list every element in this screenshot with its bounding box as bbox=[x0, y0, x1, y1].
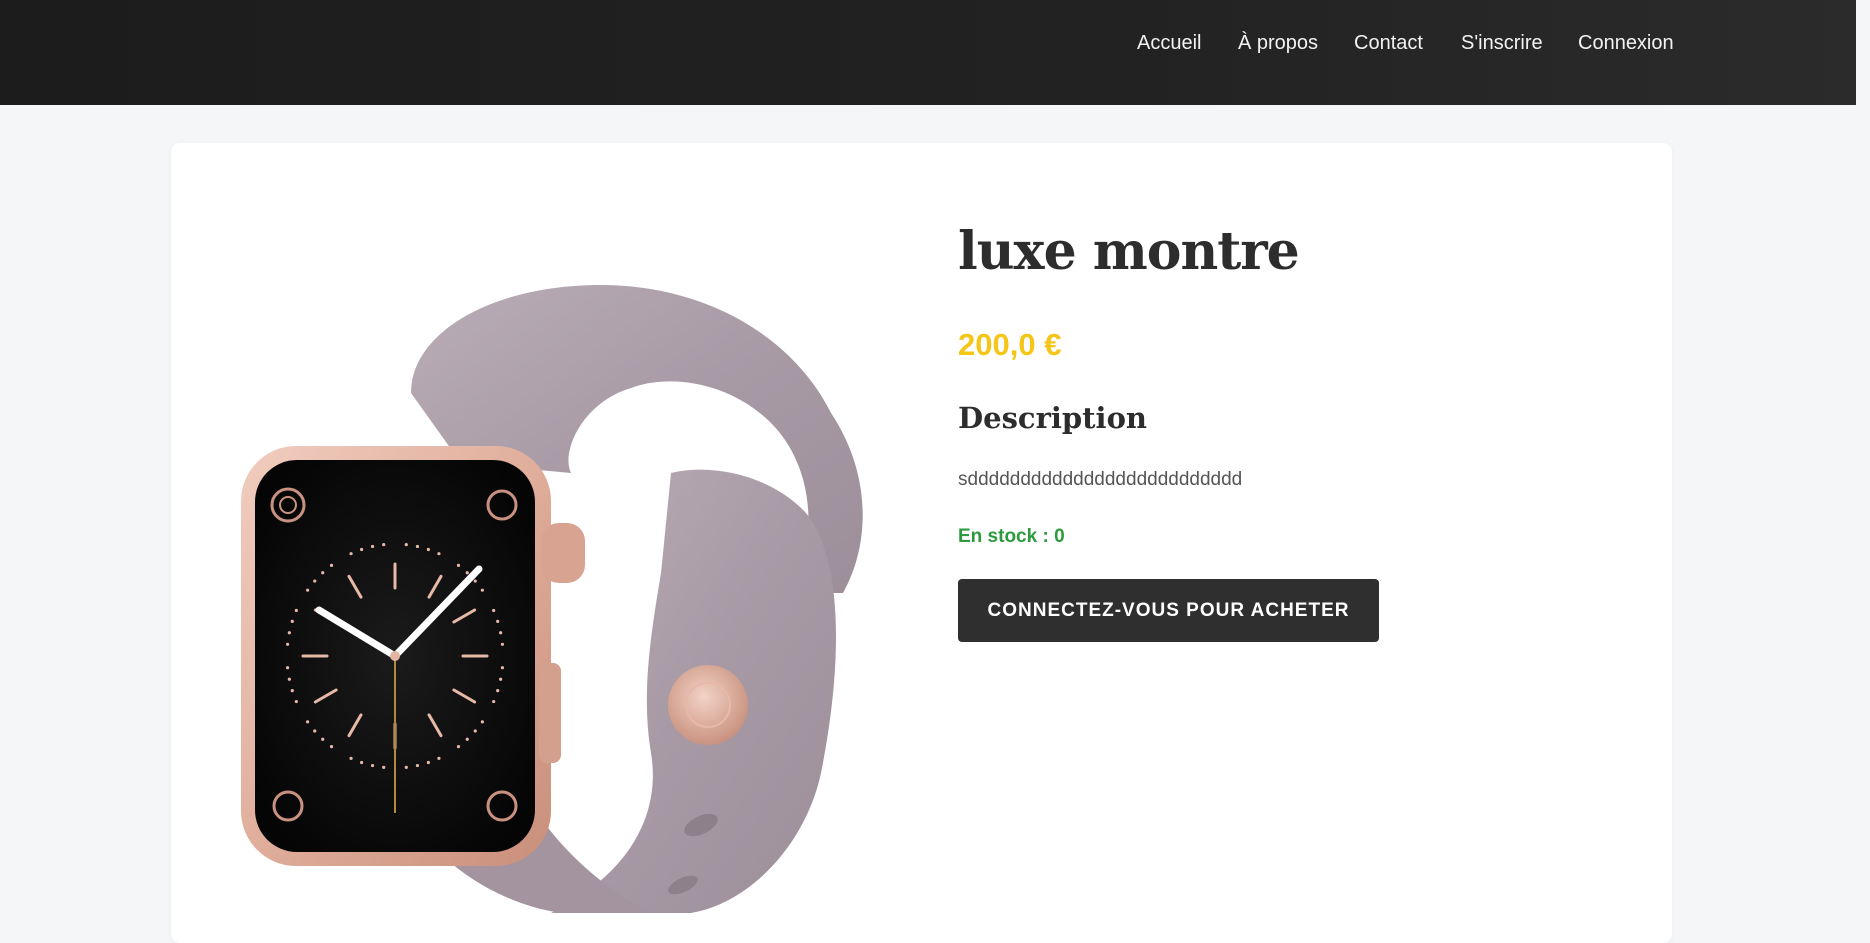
nav-link-inscrire[interactable]: S'inscrire bbox=[1461, 32, 1543, 55]
watch-crown bbox=[541, 523, 585, 583]
watch-side-button bbox=[539, 663, 561, 763]
product-card: luxe montre 200,0 € Description sddddddd… bbox=[171, 143, 1672, 943]
description-text: sdddddddddddddddddddddddddd bbox=[958, 469, 1243, 490]
band-pin bbox=[668, 665, 748, 745]
login-to-buy-button[interactable]: CONNECTEZ-VOUS POUR ACHETER bbox=[958, 579, 1379, 642]
top-navbar: Accueil À propos Contact S'inscrire Conn… bbox=[0, 0, 1856, 105]
product-price: 200,0 € bbox=[958, 327, 1062, 362]
description-heading: Description bbox=[958, 401, 1147, 435]
stock-status: En stock : 0 bbox=[958, 526, 1065, 547]
nav-link-contact[interactable]: Contact bbox=[1354, 32, 1423, 55]
smartwatch-product-image bbox=[241, 285, 863, 913]
window-edge bbox=[1856, 0, 1870, 914]
nav-link-connexion[interactable]: Connexion bbox=[1578, 32, 1674, 55]
product-title: luxe montre bbox=[958, 221, 1300, 282]
nav-link-a-propos[interactable]: À propos bbox=[1238, 32, 1318, 55]
nav-link-accueil[interactable]: Accueil bbox=[1137, 32, 1201, 55]
